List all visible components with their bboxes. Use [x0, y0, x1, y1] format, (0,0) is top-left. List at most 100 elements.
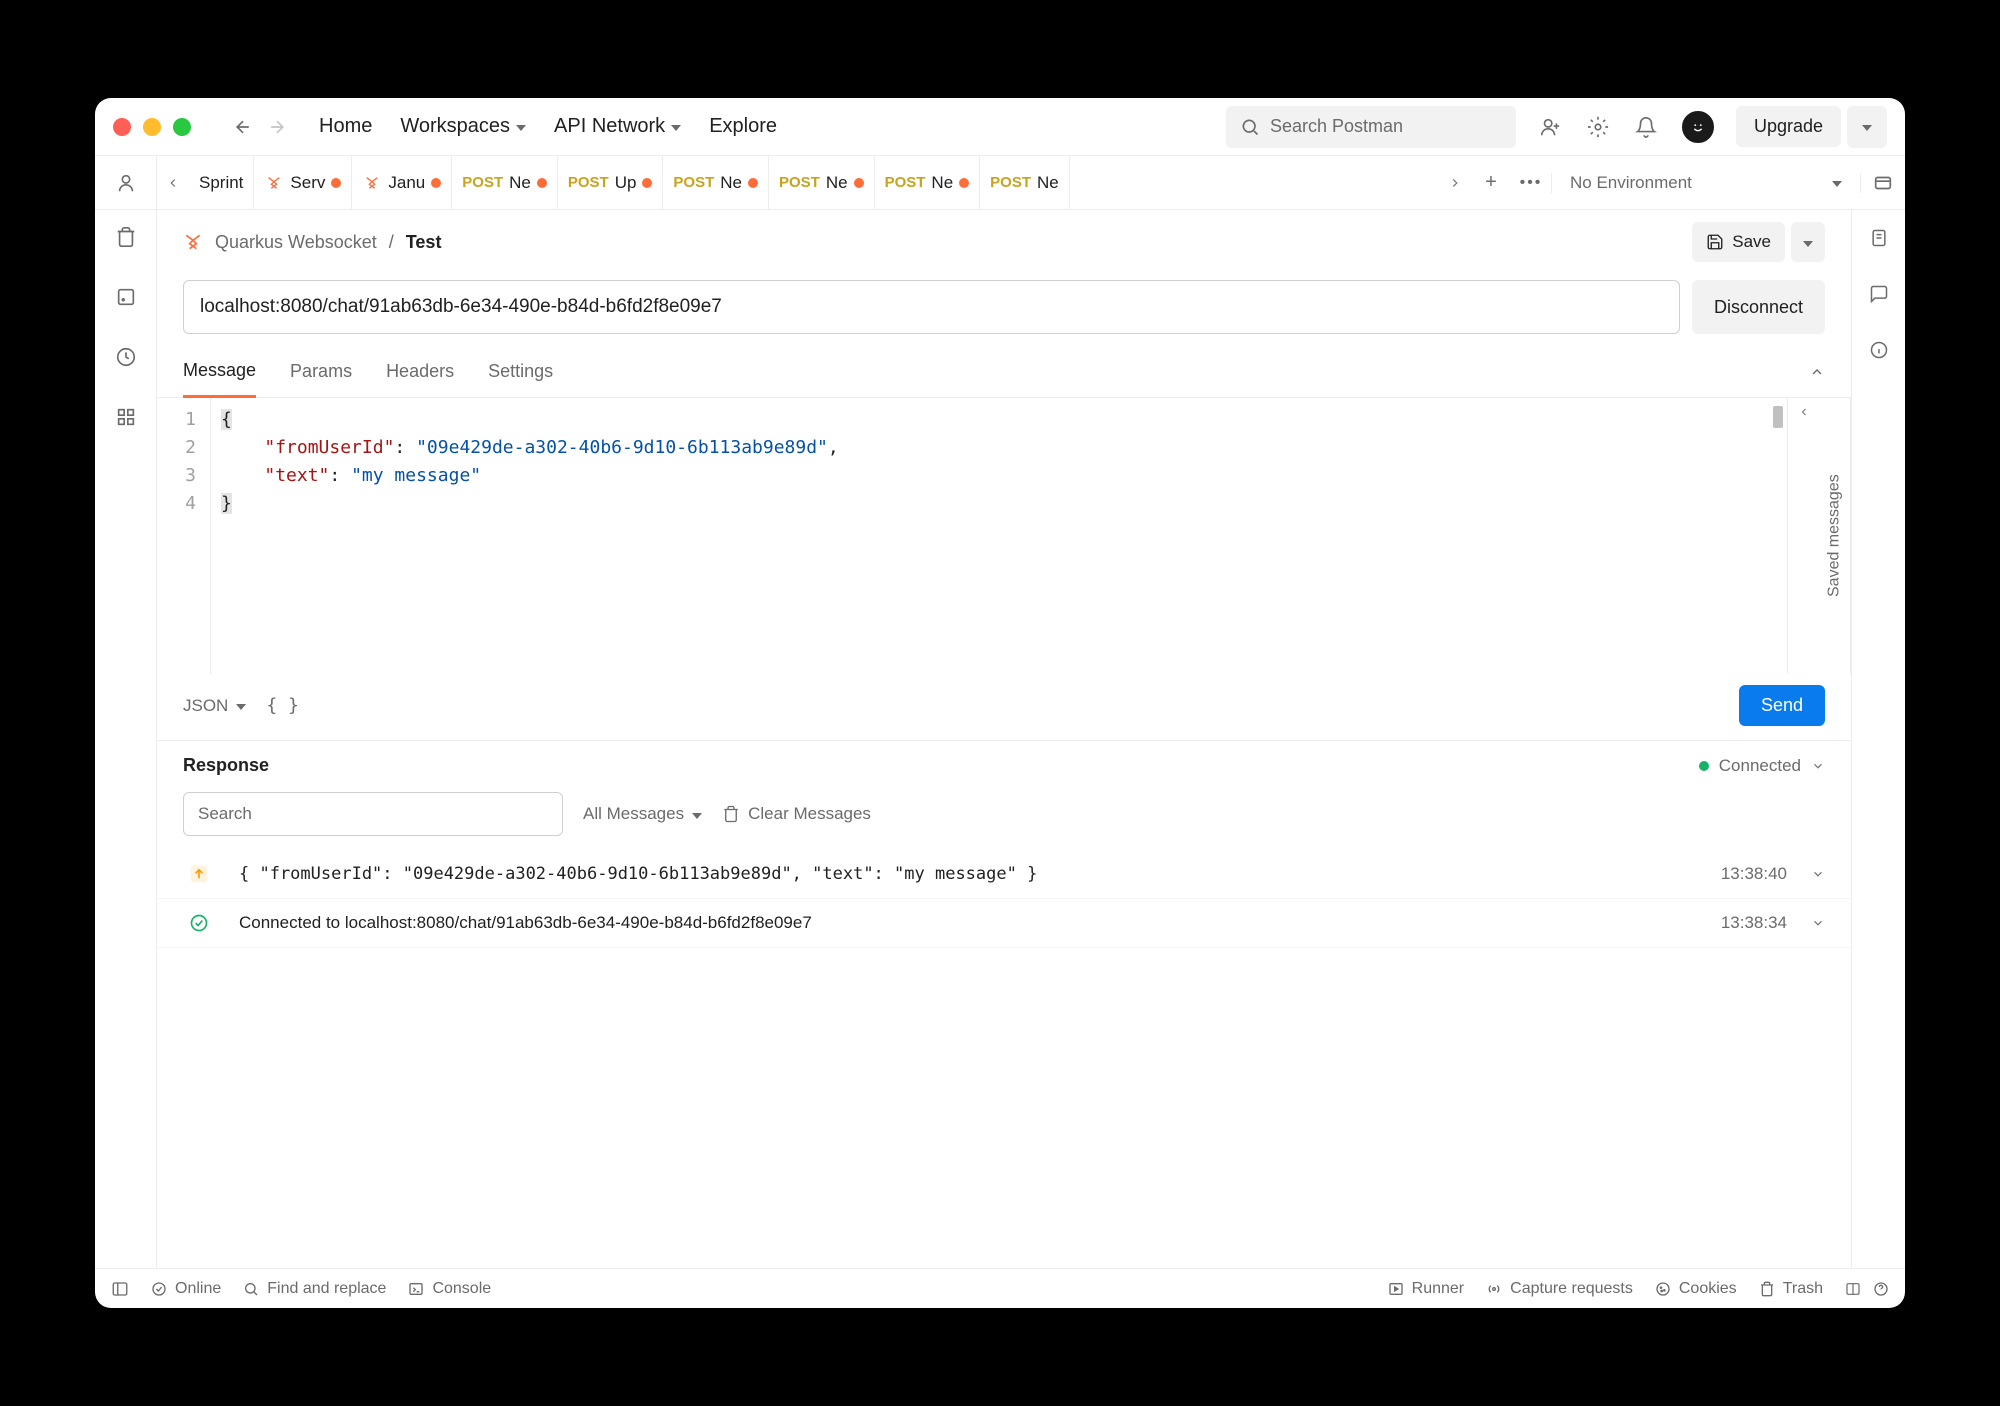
tab-headers[interactable]: Headers — [386, 347, 454, 396]
save-dropdown[interactable] — [1791, 222, 1825, 262]
user-avatar[interactable] — [1682, 111, 1714, 143]
chevron-down-icon — [671, 125, 681, 131]
request-tab[interactable]: Janu — [352, 156, 452, 210]
trash-button[interactable]: Trash — [1759, 1280, 1823, 1298]
chevron-down-icon — [1832, 181, 1842, 187]
rail-environments[interactable] — [113, 284, 139, 310]
breadcrumb-row: Quarkus Websocket / Test Save — [157, 210, 1851, 274]
expand-row[interactable] — [1811, 867, 1825, 881]
nav-workspaces[interactable]: Workspaces — [400, 115, 526, 138]
request-tab[interactable]: POSTNe — [980, 156, 1070, 210]
request-tab[interactable]: POSTNe — [769, 156, 875, 210]
workspace-person[interactable] — [95, 156, 157, 210]
online-status[interactable]: Online — [151, 1280, 221, 1298]
message-type-filter[interactable]: All Messages — [583, 804, 702, 824]
runner-button[interactable]: Runner — [1388, 1280, 1464, 1298]
maximize-window[interactable] — [173, 118, 191, 136]
minimize-window[interactable] — [143, 118, 161, 136]
nav-home[interactable]: Home — [319, 115, 372, 138]
url-input[interactable]: localhost:8080/chat/91ab63db-6e34-490e-b… — [183, 280, 1680, 334]
environment-quicklook[interactable] — [1861, 172, 1905, 194]
upgrade-button[interactable]: Upgrade — [1736, 106, 1841, 147]
response-row[interactable]: Connected to localhost:8080/chat/91ab63d… — [157, 899, 1851, 948]
beautify-button[interactable]: { } — [266, 695, 299, 716]
http-method: POST — [462, 174, 503, 191]
rail-more[interactable] — [113, 404, 139, 430]
upgrade-dropdown[interactable] — [1847, 106, 1887, 148]
breadcrumb-name[interactable]: Test — [406, 232, 442, 253]
editor-scrollbar[interactable] — [1769, 406, 1783, 666]
message-editor[interactable]: 1234 { "fromUserId": "09e429de-a302-40b6… — [157, 398, 1787, 674]
response-row[interactable]: { "fromUserId": "09e429de-a302-40b6-9d10… — [157, 850, 1851, 899]
check-circle-icon — [151, 1281, 167, 1297]
global-search[interactable]: Search Postman — [1226, 106, 1516, 148]
save-button[interactable]: Save — [1692, 222, 1785, 262]
connection-status[interactable]: Connected — [1699, 756, 1825, 776]
forward-button[interactable] — [265, 115, 289, 139]
environment-select[interactable]: No Environment — [1551, 173, 1861, 193]
console-toggle[interactable]: Console — [408, 1280, 491, 1298]
disconnect-button[interactable]: Disconnect — [1692, 280, 1825, 334]
clear-label: Clear Messages — [748, 804, 871, 824]
nav-explore[interactable]: Explore — [709, 115, 777, 138]
layout-toggle[interactable] — [1845, 1281, 1861, 1297]
collapse-request[interactable] — [1809, 364, 1825, 380]
tabs-scroll-left[interactable] — [157, 176, 189, 190]
status-label: Connected — [1719, 756, 1801, 776]
comments-icon[interactable] — [1867, 282, 1891, 306]
expand-row[interactable] — [1811, 916, 1825, 930]
arrow-left-icon — [233, 117, 253, 137]
tab-message[interactable]: Message — [183, 346, 256, 398]
chevron-left-icon — [1798, 406, 1810, 418]
close-window[interactable] — [113, 118, 131, 136]
notifications-icon[interactable] — [1634, 115, 1658, 139]
find-replace[interactable]: Find and replace — [243, 1280, 386, 1298]
tab-params[interactable]: Params — [290, 347, 352, 396]
send-button[interactable]: Send — [1739, 685, 1825, 726]
invite-icon[interactable] — [1538, 115, 1562, 139]
chevron-down-icon — [1811, 759, 1825, 773]
grid-icon — [115, 406, 137, 428]
settings-icon[interactable] — [1586, 115, 1610, 139]
back-button[interactable] — [231, 115, 255, 139]
request-tab[interactable]: POSTNe — [452, 156, 558, 210]
help-button[interactable] — [1873, 1281, 1889, 1297]
clear-messages-button[interactable]: Clear Messages — [722, 804, 871, 824]
request-tab[interactable]: Serv — [254, 156, 352, 210]
saved-messages-label[interactable]: Saved messages — [1819, 398, 1851, 674]
tab-settings[interactable]: Settings — [488, 347, 553, 396]
nav-api-network[interactable]: API Network — [554, 115, 681, 138]
new-tab-button[interactable]: + — [1471, 171, 1511, 194]
request-tab[interactable]: Sprint — [189, 156, 254, 210]
app-header: Home Workspaces API Network Explore Sear… — [95, 98, 1905, 156]
header-actions — [1538, 111, 1714, 143]
chevron-down-icon — [1811, 867, 1825, 881]
capture-button[interactable]: Capture requests — [1486, 1280, 1633, 1298]
panel-icon — [111, 1280, 129, 1298]
chevron-down-icon — [1862, 125, 1872, 131]
documentation-icon[interactable] — [1867, 226, 1891, 250]
info-icon[interactable] — [1867, 338, 1891, 362]
http-method: POST — [885, 174, 926, 191]
rail-history[interactable] — [113, 344, 139, 370]
response-message: { "fromUserId": "09e429de-a302-40b6-9d10… — [239, 864, 1697, 884]
response-search[interactable]: Search — [183, 792, 563, 836]
tabs-scroll-right[interactable] — [1439, 176, 1471, 190]
cookies-button[interactable]: Cookies — [1655, 1280, 1737, 1298]
request-tab[interactable]: POSTNe — [875, 156, 981, 210]
url-row: localhost:8080/chat/91ab63db-6e34-490e-b… — [157, 274, 1851, 346]
request-tab[interactable]: POSTNe — [663, 156, 769, 210]
request-tab[interactable]: POSTUp — [558, 156, 664, 210]
sidebar-toggle[interactable] — [111, 1280, 129, 1298]
tabs-menu[interactable]: ••• — [1511, 174, 1551, 192]
response-time: 13:38:40 — [1721, 864, 1787, 884]
breadcrumb-collection[interactable]: Quarkus Websocket — [215, 232, 377, 253]
message-filter-label: All Messages — [583, 804, 684, 824]
tab-label: Ne — [1037, 173, 1059, 193]
rail-collections[interactable] — [113, 224, 139, 250]
saved-messages-toggle[interactable] — [1787, 398, 1819, 674]
body-lang-select[interactable]: JSON — [183, 696, 246, 716]
tab-label: Serv — [290, 173, 325, 193]
response-title: Response — [183, 755, 269, 776]
http-method: POST — [779, 174, 820, 191]
